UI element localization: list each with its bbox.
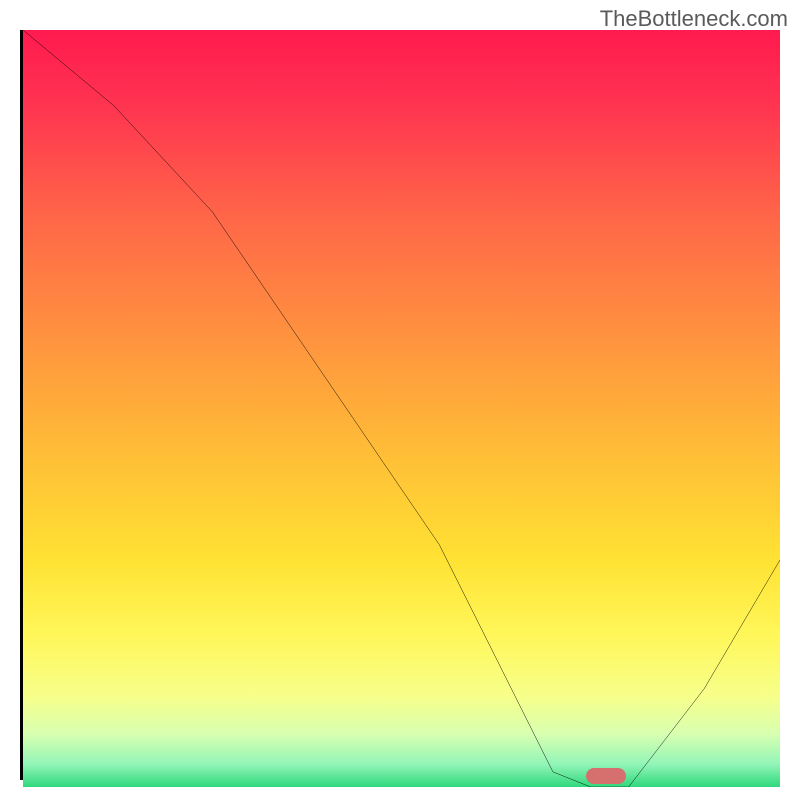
optimal-marker: [586, 768, 626, 784]
watermark-text: TheBottleneck.com: [600, 6, 788, 32]
chart-container: TheBottleneck.com: [0, 0, 800, 800]
plot-area: [20, 30, 780, 780]
line-curve: [23, 30, 780, 787]
